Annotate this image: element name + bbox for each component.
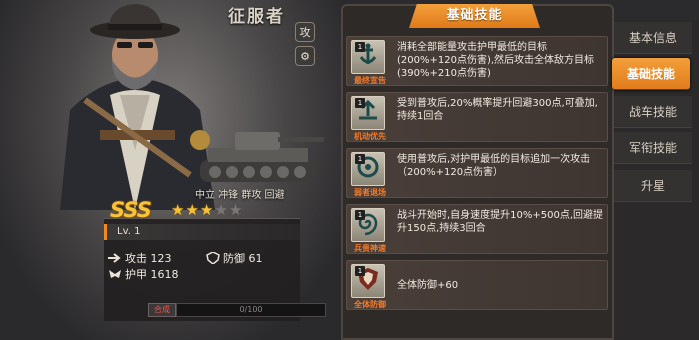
skill-name: 弱者退场 xyxy=(354,188,386,197)
skill-level-badge: 1 xyxy=(355,154,365,164)
skill-row[interactable]: 1 兵贵神速 战斗开始时,自身速度提升10%+500点,回避提升150点,持续3回合 xyxy=(346,204,608,254)
armor-icon xyxy=(109,270,121,278)
merge-button[interactable]: 合成 xyxy=(148,303,176,317)
skill-icon-button[interactable]: 1 xyxy=(351,152,385,186)
tab-basic-info[interactable]: 基本信息 xyxy=(614,22,692,54)
stats-panel: Lv. 1 攻击 123 防御 61 护甲 1618 合成 0/100 xyxy=(104,218,326,321)
skill-icon-button[interactable]: 1 xyxy=(351,208,385,242)
attack-stat: 攻击 123 xyxy=(108,250,172,266)
settings-button[interactable]: ⚙ xyxy=(295,46,315,66)
skill-description: 消耗全部能量攻击护甲最低的目标(200%+120点伤害),然后攻击全体敌方目标(… xyxy=(397,42,595,79)
skill-icon-button[interactable]: 1 xyxy=(351,264,385,298)
attack-value: 攻击 123 xyxy=(125,252,172,265)
defense-stat: 防御 61 xyxy=(206,250,263,266)
level-label: Lv. 1 xyxy=(104,224,300,240)
skill-row[interactable]: 1 最终宣告 消耗全部能量攻击护甲最低的目标(200%+120点伤害),然后攻击全体… xyxy=(346,36,608,86)
star-empty-icon: ★ xyxy=(214,201,228,219)
tab-tank-skills[interactable]: 战车技能 xyxy=(614,96,692,128)
settings-icon: ⚙ xyxy=(300,49,310,63)
star-empty-icon: ★ xyxy=(228,201,243,219)
skill-level-badge: 1 xyxy=(355,266,365,276)
star-filled-icon: ★ xyxy=(199,201,214,219)
character-name: 征服者 xyxy=(228,7,285,27)
panel-title: 基础技能 xyxy=(409,4,540,28)
armor-value: 护甲 1618 xyxy=(125,268,179,281)
exp-text: 0/100 xyxy=(239,305,263,314)
skill-icon-button[interactable]: 1 xyxy=(351,96,385,130)
attack-info-button[interactable]: 攻 xyxy=(295,22,315,42)
skill-row[interactable]: 1 全体防御 全体防御+60 xyxy=(346,260,608,310)
star-rating: ★ ★ ★ ★ ★ xyxy=(171,203,242,218)
skill-description: 战斗开始时,自身速度提升10%+500点,回避提升150点,持续3回合 xyxy=(397,210,604,234)
skill-name: 最终宣告 xyxy=(354,76,386,85)
skill-level-badge: 1 xyxy=(355,210,365,220)
tab-basic-skills[interactable]: 基础技能 xyxy=(612,58,690,90)
skill-description: 使用普攻后,对护甲最低的目标追加一次攻击（200%+120点伤害） xyxy=(397,154,591,178)
skill-description: 全体防御+60 xyxy=(397,280,459,291)
skill-row[interactable]: 1 机动优先 受到普攻后,20%概率提升回避300点,可叠加,持续1回合 xyxy=(346,92,608,142)
skill-description: 受到普攻后,20%概率提升回避300点,可叠加,持续1回合 xyxy=(397,98,598,122)
star-filled-icon: ★ xyxy=(185,201,199,219)
side-button-label: 攻 xyxy=(299,26,311,39)
attack-icon xyxy=(108,253,121,263)
tab-star-up[interactable]: 升星 xyxy=(614,170,692,202)
tab-rank-skills[interactable]: 军衔技能 xyxy=(614,132,692,164)
skill-name: 全体防御 xyxy=(354,300,386,309)
skill-level-badge: 1 xyxy=(355,42,365,52)
exp-bar: 0/100 xyxy=(176,303,326,317)
skill-level-badge: 1 xyxy=(355,98,365,108)
tank-illustration xyxy=(200,132,324,182)
defense-value: 防御 61 xyxy=(223,252,263,265)
skill-name: 兵贵神速 xyxy=(354,244,386,253)
skill-row[interactable]: 1 弱者退场 使用普攻后,对护甲最低的目标追加一次攻击（200%+120点伤害） xyxy=(346,148,608,198)
character-traits: 中立 冲锋 群攻 回避 xyxy=(195,190,285,201)
defense-icon xyxy=(206,252,220,264)
skill-icon-button[interactable]: 1 xyxy=(351,40,385,74)
exp-row: 合成 0/100 xyxy=(148,303,326,317)
star-filled-icon: ★ xyxy=(171,201,185,219)
skill-name: 机动优先 xyxy=(354,132,386,141)
armor-stat: 护甲 1618 xyxy=(108,266,179,282)
